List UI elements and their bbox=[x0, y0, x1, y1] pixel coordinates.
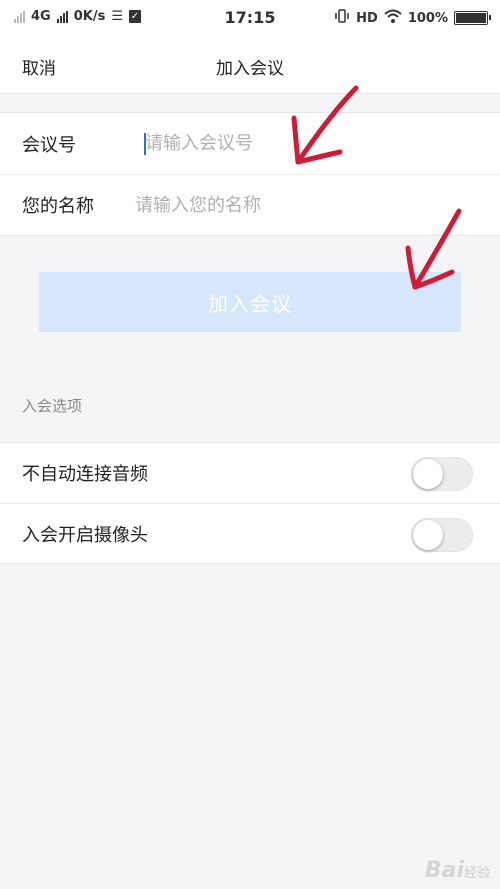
name-label: 您的名称 bbox=[22, 196, 94, 217]
hd-indicator: HD bbox=[356, 10, 378, 26]
option-row-audio: 不自动连接音频 bbox=[0, 443, 500, 503]
watermark-text: 经验 bbox=[463, 866, 490, 881]
signal-icon bbox=[14, 10, 25, 23]
options-list: 不自动连接音频 入会开启摄像头 bbox=[0, 442, 500, 564]
options-section-label: 入会选项 bbox=[22, 397, 83, 415]
watermark-logo-text: Bai bbox=[424, 858, 464, 883]
status-bar: 4G 0K/s ☰ ✓ 17:15 HD 100% bbox=[0, 0, 500, 36]
signal-strength-icon bbox=[56, 10, 68, 23]
battery-percent: 100% bbox=[407, 10, 448, 26]
network-type: 4G bbox=[31, 9, 51, 24]
meeting-id-label: 会议号 bbox=[22, 134, 76, 156]
audio-toggle[interactable] bbox=[411, 457, 473, 491]
toggle-knob bbox=[413, 520, 443, 550]
meeting-id-row: 会议号 bbox=[0, 113, 500, 174]
battery-icon bbox=[454, 11, 491, 25]
join-meeting-button[interactable]: 加入会议 bbox=[39, 272, 461, 332]
wifi-icon bbox=[384, 9, 402, 27]
data-icon: ☰ bbox=[111, 9, 123, 24]
camera-toggle[interactable] bbox=[411, 518, 473, 552]
option-label-audio: 不自动连接音频 bbox=[22, 464, 148, 485]
status-right: HD 100% bbox=[334, 9, 491, 27]
network-speed: 0K/s bbox=[73, 9, 106, 24]
check-icon: ✓ bbox=[128, 10, 141, 23]
name-input[interactable] bbox=[135, 185, 475, 225]
option-row-camera: 入会开启摄像头 bbox=[0, 503, 500, 563]
meeting-id-input[interactable] bbox=[145, 123, 485, 164]
cancel-button[interactable]: 取消 bbox=[22, 54, 56, 79]
watermark-logo: Bai经验 bbox=[425, 858, 490, 883]
name-row: 您的名称 bbox=[0, 174, 500, 235]
toggle-knob bbox=[413, 459, 443, 489]
status-left: 4G 0K/s ☰ ✓ bbox=[14, 9, 141, 24]
page-title: 加入会议 bbox=[216, 59, 284, 79]
nav-header: 取消 加入会议 bbox=[0, 36, 500, 94]
join-form: 会议号 您的名称 bbox=[0, 112, 500, 236]
option-label-camera: 入会开启摄像头 bbox=[22, 524, 148, 546]
vibrate-icon bbox=[334, 9, 350, 27]
